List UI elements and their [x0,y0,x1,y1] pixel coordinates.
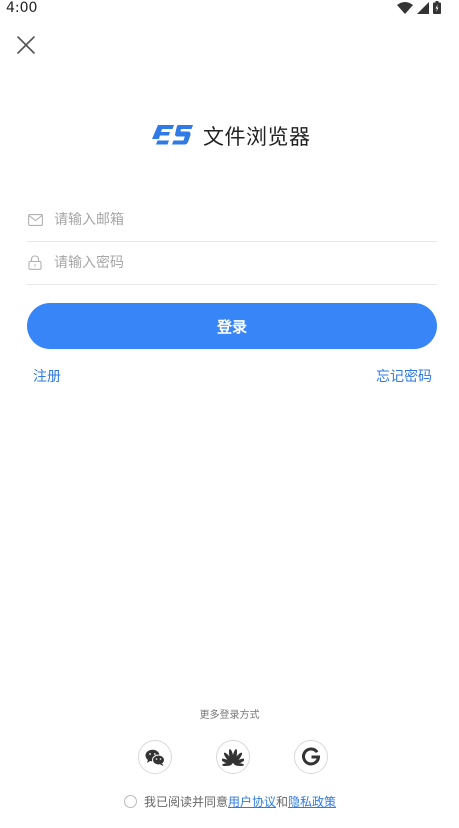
wechat-icon [145,749,165,766]
wifi-icon [397,1,413,14]
register-link[interactable]: 注册 [33,366,61,386]
password-field[interactable] [27,241,437,285]
close-icon [17,36,35,54]
agree-radio[interactable] [124,795,137,808]
privacy-policy-link[interactable]: 隐私政策 [288,793,336,810]
google-icon [302,747,321,766]
mail-icon [27,212,43,228]
email-field[interactable] [27,198,437,242]
google-login-button[interactable] [294,740,328,774]
cell-signal-icon [417,1,429,14]
es-logo-icon [152,125,193,145]
agreement-prefix: 我已阅读并同意 [144,795,229,809]
huawei-login-button[interactable] [216,740,250,774]
status-time: 4:00 [6,0,38,16]
agreement-row: 我已阅读并同意 用户协议 和 隐私政策 [124,793,336,810]
login-button[interactable]: 登录 [27,303,437,349]
more-login-label: 更多登录方式 [199,710,260,721]
close-button[interactable] [14,33,38,57]
wechat-login-button[interactable] [138,740,172,774]
forgot-password-link[interactable]: 忘记密码 [376,366,432,386]
lock-icon [27,255,43,271]
app-logo: 文件浏览器 [152,121,311,151]
app-name: 文件浏览器 [203,125,311,149]
agreement-conjunction: 和 [276,795,289,809]
email-input[interactable] [54,211,437,228]
huawei-icon [222,749,244,766]
battery-icon [433,1,441,14]
status-icons [397,1,441,14]
user-agreement-link[interactable]: 用户协议 [228,793,276,810]
password-input[interactable] [54,254,437,271]
